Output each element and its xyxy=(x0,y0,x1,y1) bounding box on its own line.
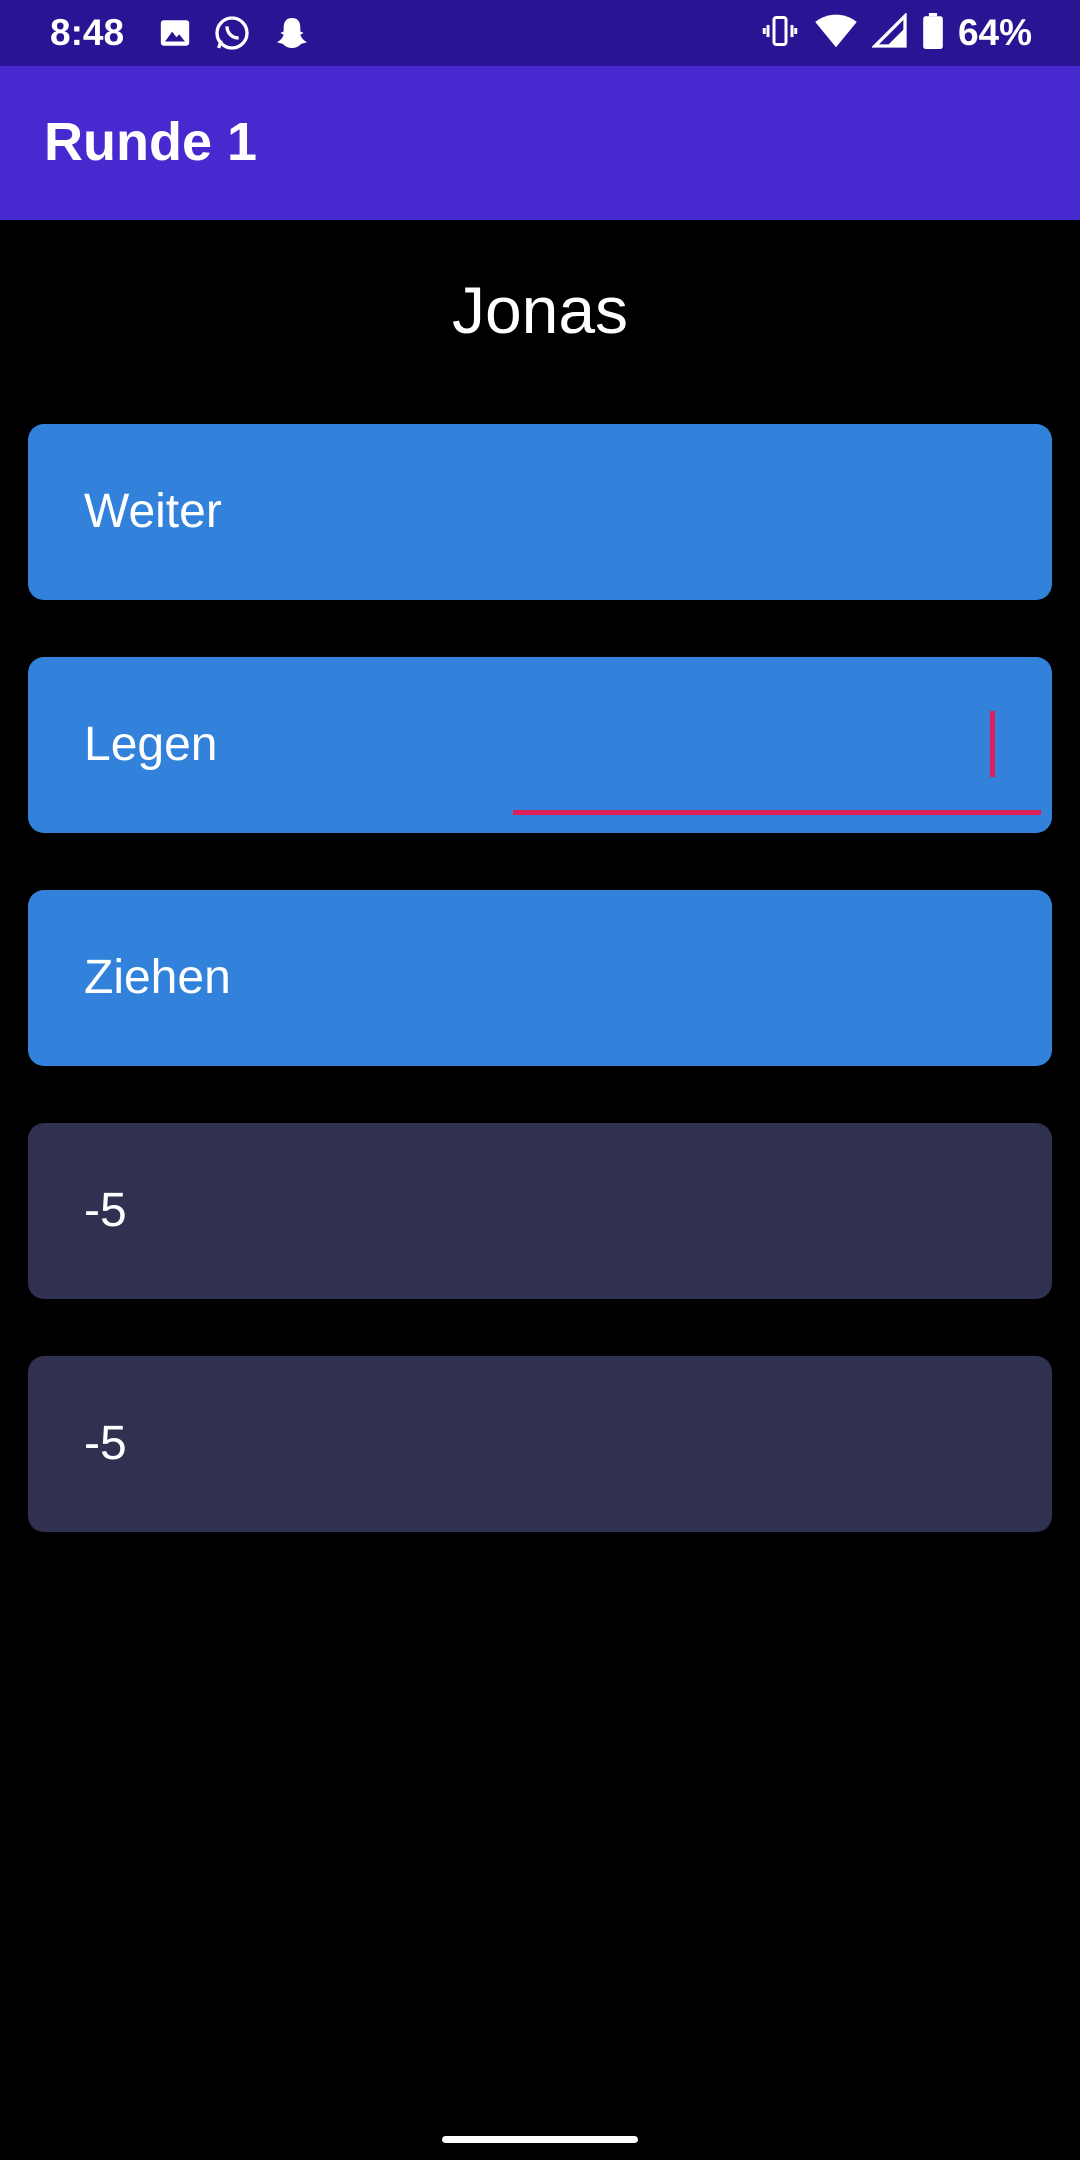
vibrate-icon xyxy=(760,13,800,54)
legen-field[interactable]: Legen xyxy=(28,657,1052,833)
ziehen-label: Ziehen xyxy=(84,951,231,1004)
status-time: 8:48 xyxy=(50,12,125,53)
image-icon xyxy=(158,16,192,55)
signal-icon xyxy=(870,11,908,54)
notification-icons xyxy=(158,13,312,58)
score-value-1: -5 xyxy=(84,1184,127,1237)
page-title: Runde 1 xyxy=(44,112,258,172)
score-value-2: -5 xyxy=(84,1417,127,1470)
focus-underline xyxy=(513,810,1041,815)
snapchat-icon xyxy=(272,13,312,58)
weiter-label: Weiter xyxy=(84,485,222,538)
score-field-1[interactable]: -5 xyxy=(28,1123,1052,1299)
status-bar: 8:48 64% xyxy=(0,0,1080,66)
weiter-field[interactable]: Weiter xyxy=(28,424,1052,600)
wifi-icon xyxy=(814,13,858,54)
score-field-2[interactable]: -5 xyxy=(28,1356,1052,1532)
app-bar: Runde 1 xyxy=(0,66,1080,220)
battery-percent: 64% xyxy=(957,12,1032,53)
legen-label: Legen xyxy=(84,718,218,771)
system-icons: 64% xyxy=(760,10,1032,56)
text-cursor xyxy=(990,711,995,777)
whatsapp-icon xyxy=(212,13,252,58)
ziehen-field[interactable]: Ziehen xyxy=(28,890,1052,1066)
battery-icon xyxy=(922,12,944,54)
gesture-nav-handle[interactable] xyxy=(442,2136,638,2143)
player-name: Jonas xyxy=(451,273,629,347)
